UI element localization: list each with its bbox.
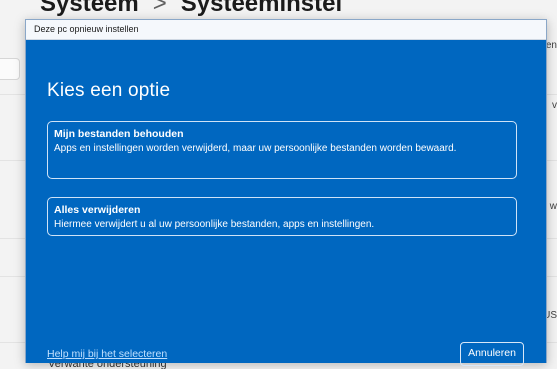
background-search-box[interactable] — [0, 58, 20, 80]
background-snippet: v — [552, 100, 557, 111]
option-description: Hiermee verwijdert u al uw persoonlijke … — [54, 219, 375, 230]
dialog-heading: Kies een optie — [47, 80, 171, 101]
option-description: Apps en instellingen worden verwijderd, … — [54, 143, 457, 154]
screen: Systeem > Systeeminstel en v w US Verwante… — [0, 0, 557, 369]
option-remove-everything[interactable]: Alles verwijderen Hiermee verwijdert u a… — [47, 197, 517, 236]
option-keep-my-files[interactable]: Mijn bestanden behouden Apps en instelli… — [47, 121, 517, 179]
background-page-title: Systeem > Systeeminstel — [40, 0, 342, 18]
background-snippet: en — [545, 40, 557, 51]
dialog-titlebar: Deze pc opnieuw instellen — [26, 20, 546, 40]
option-title: Mijn bestanden behouden — [54, 128, 184, 140]
reset-pc-dialog: Deze pc opnieuw instellen Kies een optie… — [25, 19, 547, 366]
dialog-body: Kies een optie Mijn bestanden behouden A… — [26, 40, 546, 366]
background-snippet: w — [549, 201, 557, 212]
background-title-right: Systeeminstel — [180, 0, 343, 17]
option-title: Alles verwijderen — [54, 204, 141, 216]
cancel-button[interactable]: Annuleren — [460, 342, 524, 366]
background-title-left: Systeem — [40, 0, 139, 17]
help-me-choose-link[interactable]: Help mij bij het selecteren — [47, 348, 167, 360]
dialog-window-title: Deze pc opnieuw instellen — [34, 24, 139, 34]
breadcrumb-separator: > — [152, 0, 167, 17]
